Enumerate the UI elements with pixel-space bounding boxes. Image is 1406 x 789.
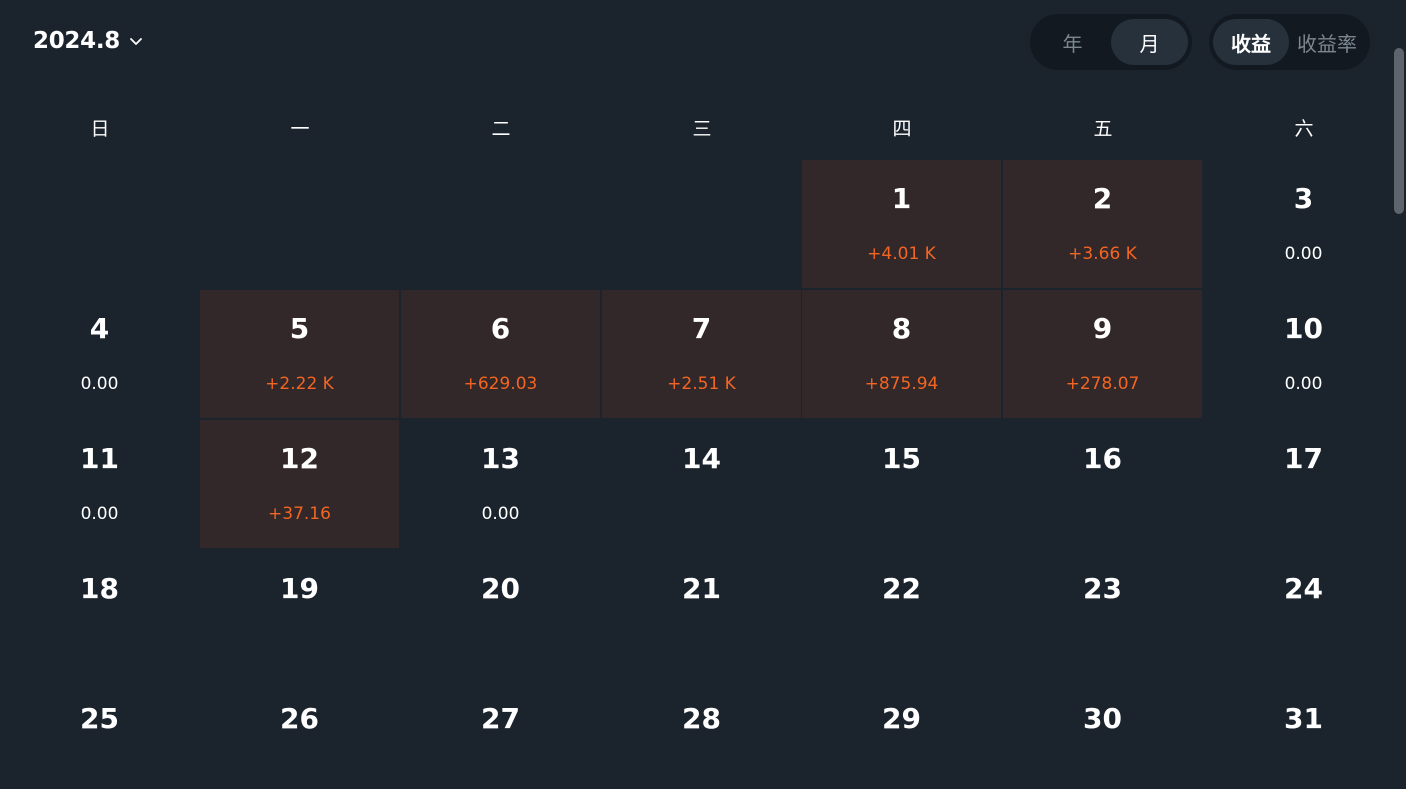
profit-calendar-page: 2024.8 年 月 收益 收益率 日 一 二 三 四 五 六 1 +4.01 K… [0, 0, 1406, 789]
calendar-day-cell[interactable]: 16 [1003, 420, 1202, 548]
calendar-day-cell[interactable]: 15 [802, 420, 1001, 548]
calendar-day-cell[interactable]: 10 0.00 [1204, 290, 1403, 418]
day-profit-value: +2.51 K [667, 374, 736, 394]
calendar-day-cell[interactable]: 13 0.00 [401, 420, 600, 548]
calendar-grid: 1 +4.01 K 2 +3.66 K 3 0.00 4 0.00 5 +2.22 K 6 +629.… [0, 160, 1406, 789]
calendar-day-cell[interactable]: 27 [401, 680, 600, 789]
calendar-day-cell[interactable]: 30 [1003, 680, 1202, 789]
day-value: 0.00 [1284, 374, 1323, 394]
day-number: 25 [80, 702, 119, 735]
calendar-day-cell[interactable]: 31 [1204, 680, 1403, 789]
calendar-day-cell[interactable]: 3 0.00 [1204, 160, 1403, 288]
day-number: 17 [1284, 442, 1323, 475]
day-profit-value: +629.03 [463, 374, 538, 394]
day-number: 26 [280, 702, 319, 735]
day-number: 14 [682, 442, 721, 475]
calendar-day-cell[interactable]: 1 +4.01 K [802, 160, 1001, 288]
calendar-day-cell[interactable]: 11 0.00 [0, 420, 199, 548]
period-option-year[interactable]: 年 [1034, 19, 1111, 65]
calendar-day-cell[interactable]: 4 0.00 [0, 290, 199, 418]
day-number: 27 [481, 702, 520, 735]
day-number: 9 [1092, 312, 1113, 345]
day-number: 22 [882, 572, 921, 605]
day-number: 18 [80, 572, 119, 605]
calendar-day-cell[interactable]: 25 [0, 680, 199, 789]
day-number: 7 [691, 312, 712, 345]
weekday-mon: 一 [290, 117, 310, 140]
day-number: 1 [891, 182, 912, 215]
calendar-day-cell[interactable]: 5 +2.22 K [200, 290, 399, 418]
calendar-day-cell[interactable]: 2 +3.66 K [1003, 160, 1202, 288]
day-value: 0.00 [80, 504, 119, 524]
day-number: 6 [490, 312, 511, 345]
day-profit-value: +278.07 [1065, 374, 1140, 394]
calendar-day-cell[interactable]: 12 +37.16 [200, 420, 399, 548]
calendar-day-cell[interactable]: 23 [1003, 550, 1202, 678]
day-number: 8 [891, 312, 912, 345]
day-profit-value: +875.94 [864, 374, 939, 394]
month-selector[interactable]: 2024.8 [33, 25, 144, 57]
day-number: 16 [1083, 442, 1122, 475]
calendar-day-cell[interactable]: 18 [0, 550, 199, 678]
day-profit-value: +2.22 K [265, 374, 334, 394]
day-number: 5 [289, 312, 310, 345]
day-number: 13 [481, 442, 520, 475]
day-number: 24 [1284, 572, 1323, 605]
calendar-day-cell[interactable]: 21 [602, 550, 801, 678]
period-option-month[interactable]: 月 [1111, 19, 1188, 65]
calendar-day-cell[interactable]: 7 +2.51 K [602, 290, 801, 418]
calendar-day-cell[interactable]: 9 +278.07 [1003, 290, 1202, 418]
weekday-wed: 三 [692, 117, 712, 140]
day-number: 30 [1083, 702, 1122, 735]
calendar-day-cell[interactable]: 20 [401, 550, 600, 678]
period-toggle: 年 月 [1030, 14, 1192, 70]
metric-option-profit-rate[interactable]: 收益率 [1289, 19, 1365, 65]
day-number: 20 [481, 572, 520, 605]
day-number: 3 [1293, 182, 1314, 215]
day-number: 21 [682, 572, 721, 605]
calendar-day-cell[interactable]: 6 +629.03 [401, 290, 600, 418]
chevron-down-icon [128, 33, 144, 49]
weekday-thu: 四 [892, 117, 912, 140]
day-profit-value: +4.01 K [867, 244, 936, 264]
day-number: 15 [882, 442, 921, 475]
weekday-sat: 六 [1294, 117, 1314, 140]
day-profit-value: +3.66 K [1068, 244, 1137, 264]
metric-option-profit[interactable]: 收益 [1213, 19, 1289, 65]
metric-toggle: 收益 收益率 [1209, 14, 1370, 70]
day-number: 12 [280, 442, 319, 475]
day-value: 0.00 [1284, 244, 1323, 264]
day-value: 0.00 [481, 504, 520, 524]
weekday-fri: 五 [1093, 117, 1113, 140]
day-number: 23 [1083, 572, 1122, 605]
month-label: 2024.8 [33, 28, 120, 54]
day-number: 10 [1284, 312, 1323, 345]
calendar-day-cell[interactable]: 28 [602, 680, 801, 789]
day-number: 31 [1284, 702, 1323, 735]
calendar-day-cell[interactable]: 17 [1204, 420, 1403, 548]
calendar-day-cell[interactable]: 14 [602, 420, 801, 548]
day-number: 19 [280, 572, 319, 605]
weekday-sun: 日 [90, 117, 110, 140]
day-number: 29 [882, 702, 921, 735]
weekday-tue: 二 [491, 117, 511, 140]
calendar-day-cell[interactable]: 8 +875.94 [802, 290, 1001, 418]
calendar-day-cell[interactable]: 26 [200, 680, 399, 789]
day-number: 28 [682, 702, 721, 735]
calendar-day-cell[interactable]: 29 [802, 680, 1001, 789]
vertical-scrollbar[interactable] [1394, 48, 1404, 214]
day-number: 4 [89, 312, 110, 345]
calendar-day-cell[interactable]: 24 [1204, 550, 1403, 678]
day-number: 2 [1092, 182, 1113, 215]
day-value: 0.00 [80, 374, 119, 394]
weekday-header: 日 一 二 三 四 五 六 [0, 108, 1406, 146]
calendar-day-cell[interactable]: 19 [200, 550, 399, 678]
day-number: 11 [80, 442, 119, 475]
day-profit-value: +37.16 [268, 504, 331, 524]
calendar-day-cell[interactable]: 22 [802, 550, 1001, 678]
